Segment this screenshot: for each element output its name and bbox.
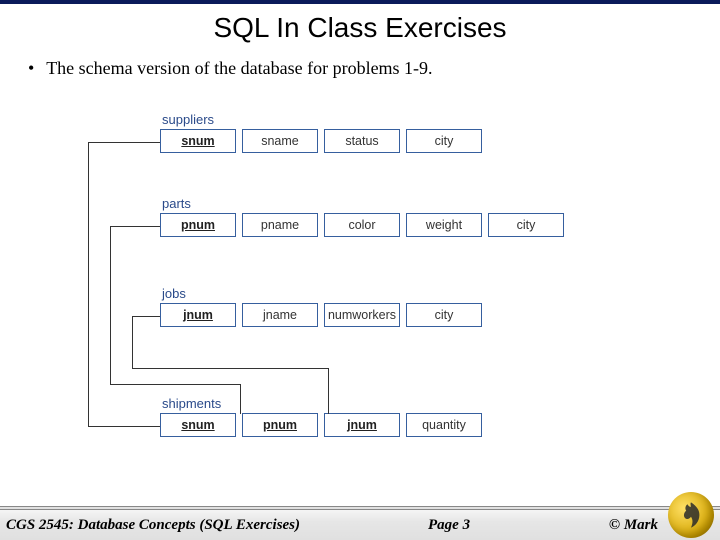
col-weight: weight bbox=[406, 213, 482, 237]
connector bbox=[110, 226, 111, 384]
bullet-text: The schema version of the database for p… bbox=[46, 58, 432, 78]
connector bbox=[110, 226, 160, 227]
connector bbox=[110, 384, 240, 385]
col-color: color bbox=[324, 213, 400, 237]
connector bbox=[328, 368, 329, 414]
footer-copyright: © Mark bbox=[609, 517, 658, 534]
footer-page: Page 3 bbox=[428, 517, 470, 534]
col-quantity: quantity bbox=[406, 413, 482, 437]
logo-icon bbox=[668, 492, 714, 538]
connector bbox=[88, 426, 160, 427]
footer-bar: CGS 2545: Database Concepts (SQL Exercis… bbox=[0, 506, 720, 540]
table-shipments: shipments snum pnum jnum quantity bbox=[160, 396, 482, 437]
bullet-marker: • bbox=[28, 58, 42, 79]
col-pnum: pnum bbox=[160, 213, 236, 237]
col-jnum: jnum bbox=[160, 303, 236, 327]
col-city: city bbox=[406, 129, 482, 153]
table-name: shipments bbox=[162, 396, 482, 411]
connector bbox=[240, 384, 241, 414]
col-city: city bbox=[488, 213, 564, 237]
col-jnum: jnum bbox=[324, 413, 400, 437]
col-status: status bbox=[324, 129, 400, 153]
table-jobs: jobs jnum jname numworkers city bbox=[160, 286, 482, 327]
table-suppliers: suppliers snum sname status city bbox=[160, 112, 482, 153]
col-jname: jname bbox=[242, 303, 318, 327]
connector bbox=[88, 142, 160, 143]
table-name: jobs bbox=[162, 286, 482, 301]
table-name: suppliers bbox=[162, 112, 482, 127]
table-parts: parts pnum pname color weight city bbox=[160, 196, 564, 237]
col-snum: snum bbox=[160, 129, 236, 153]
schema-diagram: suppliers snum sname status city parts p… bbox=[70, 108, 650, 478]
connector bbox=[132, 368, 328, 369]
connector bbox=[132, 316, 160, 317]
footer-course: CGS 2545: Database Concepts (SQL Exercis… bbox=[6, 517, 300, 534]
col-numworkers: numworkers bbox=[324, 303, 400, 327]
page-title: SQL In Class Exercises bbox=[0, 12, 720, 44]
table-name: parts bbox=[162, 196, 564, 211]
col-pnum: pnum bbox=[242, 413, 318, 437]
col-sname: sname bbox=[242, 129, 318, 153]
col-pname: pname bbox=[242, 213, 318, 237]
connector bbox=[88, 142, 89, 426]
top-accent-bar bbox=[0, 0, 720, 4]
bullet-line: • The schema version of the database for… bbox=[28, 58, 720, 79]
col-snum: snum bbox=[160, 413, 236, 437]
connector bbox=[132, 316, 133, 368]
col-city: city bbox=[406, 303, 482, 327]
